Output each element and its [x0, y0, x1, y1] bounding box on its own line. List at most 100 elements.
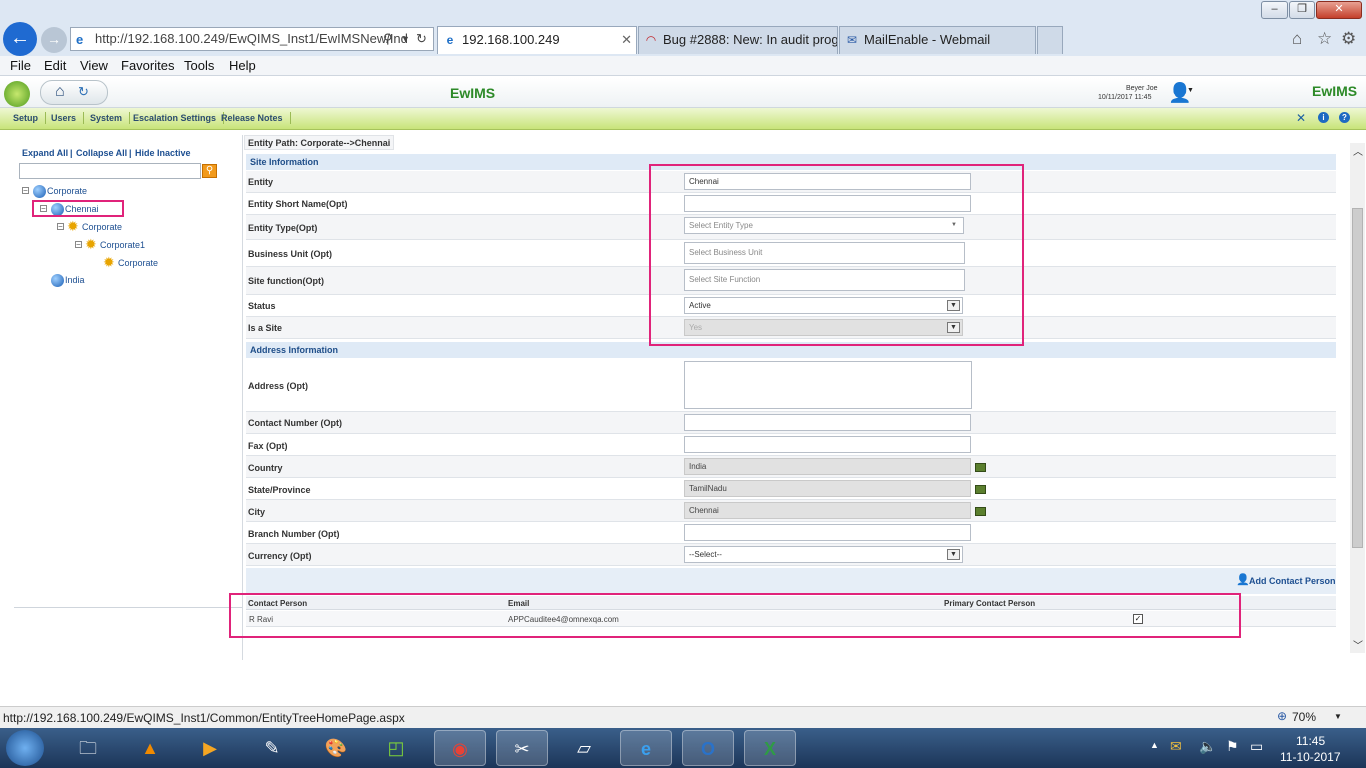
explorer-taskbar-icon[interactable]: 🗀 — [62, 730, 114, 766]
tab-label: Bug #2888: New: In audit progr... — [663, 32, 838, 47]
collapse-all-link[interactable]: Collapse All — [76, 148, 127, 158]
volume-tray-icon[interactable]: 🔈 — [1199, 738, 1216, 755]
gear-node-icon: ✹ — [103, 254, 115, 270]
clock-date[interactable]: 11-10-2017 — [1280, 750, 1341, 764]
media-player-taskbar-icon[interactable]: ▶ — [184, 730, 236, 766]
info-icon[interactable]: i — [1318, 112, 1329, 123]
tab-192-168-100-249[interactable]: e 192.168.100.249 ✕ — [437, 26, 637, 54]
label-state: State/Province — [248, 485, 311, 495]
vlc-taskbar-icon[interactable]: ▲ — [124, 730, 176, 766]
menu-bar: File Edit View Favorites Tools Help — [0, 56, 1366, 76]
tree-node-corporate-2[interactable]: Corporate — [82, 222, 122, 232]
label-short-name: Entity Short Name(Opt) — [248, 199, 348, 209]
add-contact-icon[interactable]: 👤 — [1236, 573, 1250, 586]
forward-button[interactable]: → — [41, 27, 67, 53]
highlight-chennai-node — [32, 200, 124, 217]
branch-input[interactable] — [684, 524, 971, 541]
collapse-toggle-icon[interactable]: – — [22, 187, 29, 194]
menu-favorites[interactable]: Favorites — [121, 58, 174, 73]
nav-setup[interactable]: Setup — [13, 112, 47, 124]
pin-icon[interactable]: ✕ — [1296, 111, 1306, 125]
label-site-function: Site function(Opt) — [248, 276, 324, 286]
menu-view[interactable]: View — [80, 58, 108, 73]
fax-input[interactable] — [684, 436, 971, 453]
add-contact-person-link[interactable]: Add Contact Person — [1249, 576, 1336, 586]
nav-users[interactable]: Users — [51, 112, 85, 124]
user-menu-chevron-icon[interactable]: ▼ — [1187, 87, 1194, 94]
close-window-button[interactable]: ✕ — [1316, 1, 1362, 19]
tree-node-corporate1[interactable]: Corporate1 — [100, 240, 145, 250]
windows-taskbar: 🗀 ▲ ▶ ✎ 🎨 ◰ ◉ ✂ ▱ e O X ▲ ✉ 🔈 ⚑ ▭ 11:45 … — [0, 728, 1366, 768]
tab-mailenable[interactable]: ✉ MailEnable - Webmail — [839, 26, 1036, 54]
scroll-down-icon[interactable]: ﹀ — [1353, 637, 1363, 652]
menu-help[interactable]: Help — [229, 58, 256, 73]
excel-taskbar-icon[interactable]: X — [744, 730, 796, 766]
currency-select[interactable]: --Select-- ▼ — [684, 546, 963, 563]
tree-search-button[interactable]: ⚲ — [202, 164, 217, 178]
zoom-dropdown-icon[interactable]: ▼ — [1334, 712, 1342, 721]
maximize-button[interactable]: ❐ — [1289, 1, 1315, 19]
globe-icon — [33, 185, 46, 198]
chrome-taskbar-icon[interactable]: ◉ — [434, 730, 486, 766]
mail-tray-icon[interactable]: ✉ — [1170, 738, 1182, 755]
outlook-taskbar-icon[interactable]: O — [682, 730, 734, 766]
nav-release-notes[interactable]: Release Notes — [221, 112, 291, 124]
refresh-nav-icon[interactable]: ↻ — [78, 84, 89, 100]
app-emblem-icon[interactable] — [4, 81, 30, 107]
tree-search-input[interactable] — [19, 163, 201, 179]
menu-edit[interactable]: Edit — [44, 58, 66, 73]
menu-tools[interactable]: Tools — [184, 58, 214, 73]
nav-system[interactable]: System — [90, 112, 131, 124]
search-icon[interactable]: ⚲ — [383, 28, 393, 50]
vertical-scrollbar[interactable]: ︿ ﹀ — [1350, 143, 1365, 653]
paint-taskbar-icon[interactable]: 🎨 — [310, 730, 362, 766]
nav-escalation-settings[interactable]: Escalation Settings — [133, 112, 225, 124]
gear-node-icon: ✹ — [85, 236, 97, 252]
snipping-taskbar-icon[interactable]: ✂ — [496, 730, 548, 766]
expand-all-link[interactable]: Expand All — [22, 148, 68, 158]
ie-taskbar-icon[interactable]: e — [620, 730, 672, 766]
collapse-toggle-icon[interactable]: – — [57, 223, 64, 230]
state-lookup-icon[interactable] — [975, 485, 986, 494]
tree-node-india[interactable]: India — [65, 275, 85, 285]
new-tab-button[interactable] — [1037, 26, 1063, 54]
collapse-toggle-icon[interactable]: – — [75, 241, 82, 248]
minimize-button[interactable]: – — [1261, 1, 1288, 19]
label-fax: Fax (Opt) — [248, 441, 288, 451]
notepad-taskbar-icon[interactable]: ✎ — [246, 730, 298, 766]
home-nav-icon[interactable]: ⌂ — [55, 83, 65, 101]
zoom-level[interactable]: 70% — [1292, 710, 1316, 724]
tree-node-corporate-3[interactable]: Corporate — [118, 258, 158, 268]
contact-number-input[interactable] — [684, 414, 971, 431]
tab-bug-2888[interactable]: ◠ Bug #2888: New: In audit progr... — [638, 26, 838, 54]
help-icon[interactable]: ? — [1339, 112, 1350, 123]
chevron-down-icon[interactable]: ▼ — [947, 549, 960, 560]
clock-time[interactable]: 11:45 — [1296, 734, 1325, 748]
label-entity-type: Entity Type(Opt) — [248, 223, 318, 233]
close-tab-icon[interactable]: ✕ — [621, 27, 632, 53]
tree-node-corporate[interactable]: Corporate — [47, 186, 87, 196]
status-bar: http://192.168.100.249/EwQIMS_Inst1/Comm… — [0, 706, 1366, 728]
address-bar[interactable]: e http://192.168.100.249/EwQIMS_Inst1/Ew… — [70, 27, 434, 51]
favorites-star-icon[interactable]: ☆ — [1317, 29, 1332, 49]
menu-file[interactable]: File — [10, 58, 31, 73]
start-button[interactable] — [6, 730, 44, 766]
back-button[interactable]: ← — [3, 22, 37, 56]
refresh-icon[interactable]: ↻ — [416, 28, 427, 50]
greenshot-taskbar-icon[interactable]: ◰ — [370, 730, 422, 766]
dropdown-icon[interactable]: ▼ — [401, 28, 410, 50]
tray-expand-icon[interactable]: ▲ — [1150, 740, 1159, 750]
home-icon[interactable]: ⌂ — [1292, 29, 1302, 49]
scroll-up-icon[interactable]: ︿ — [1353, 143, 1363, 158]
city-lookup-icon[interactable] — [975, 507, 986, 516]
address-textarea[interactable] — [684, 361, 972, 409]
files-taskbar-icon[interactable]: ▱ — [558, 730, 610, 766]
network-tray-icon[interactable]: ⚑ — [1226, 738, 1239, 755]
hide-inactive-link[interactable]: Hide Inactive — [135, 148, 191, 158]
settings-gear-icon[interactable]: ⚙ — [1341, 29, 1356, 49]
action-center-tray-icon[interactable]: ▭ — [1250, 738, 1263, 755]
scrollbar-thumb[interactable] — [1352, 208, 1363, 548]
country-lookup-icon[interactable] — [975, 463, 986, 472]
app-nav-bar: Setup Users System Escalation Settings R… — [0, 108, 1366, 130]
ie-tab-icon: e — [446, 33, 454, 47]
